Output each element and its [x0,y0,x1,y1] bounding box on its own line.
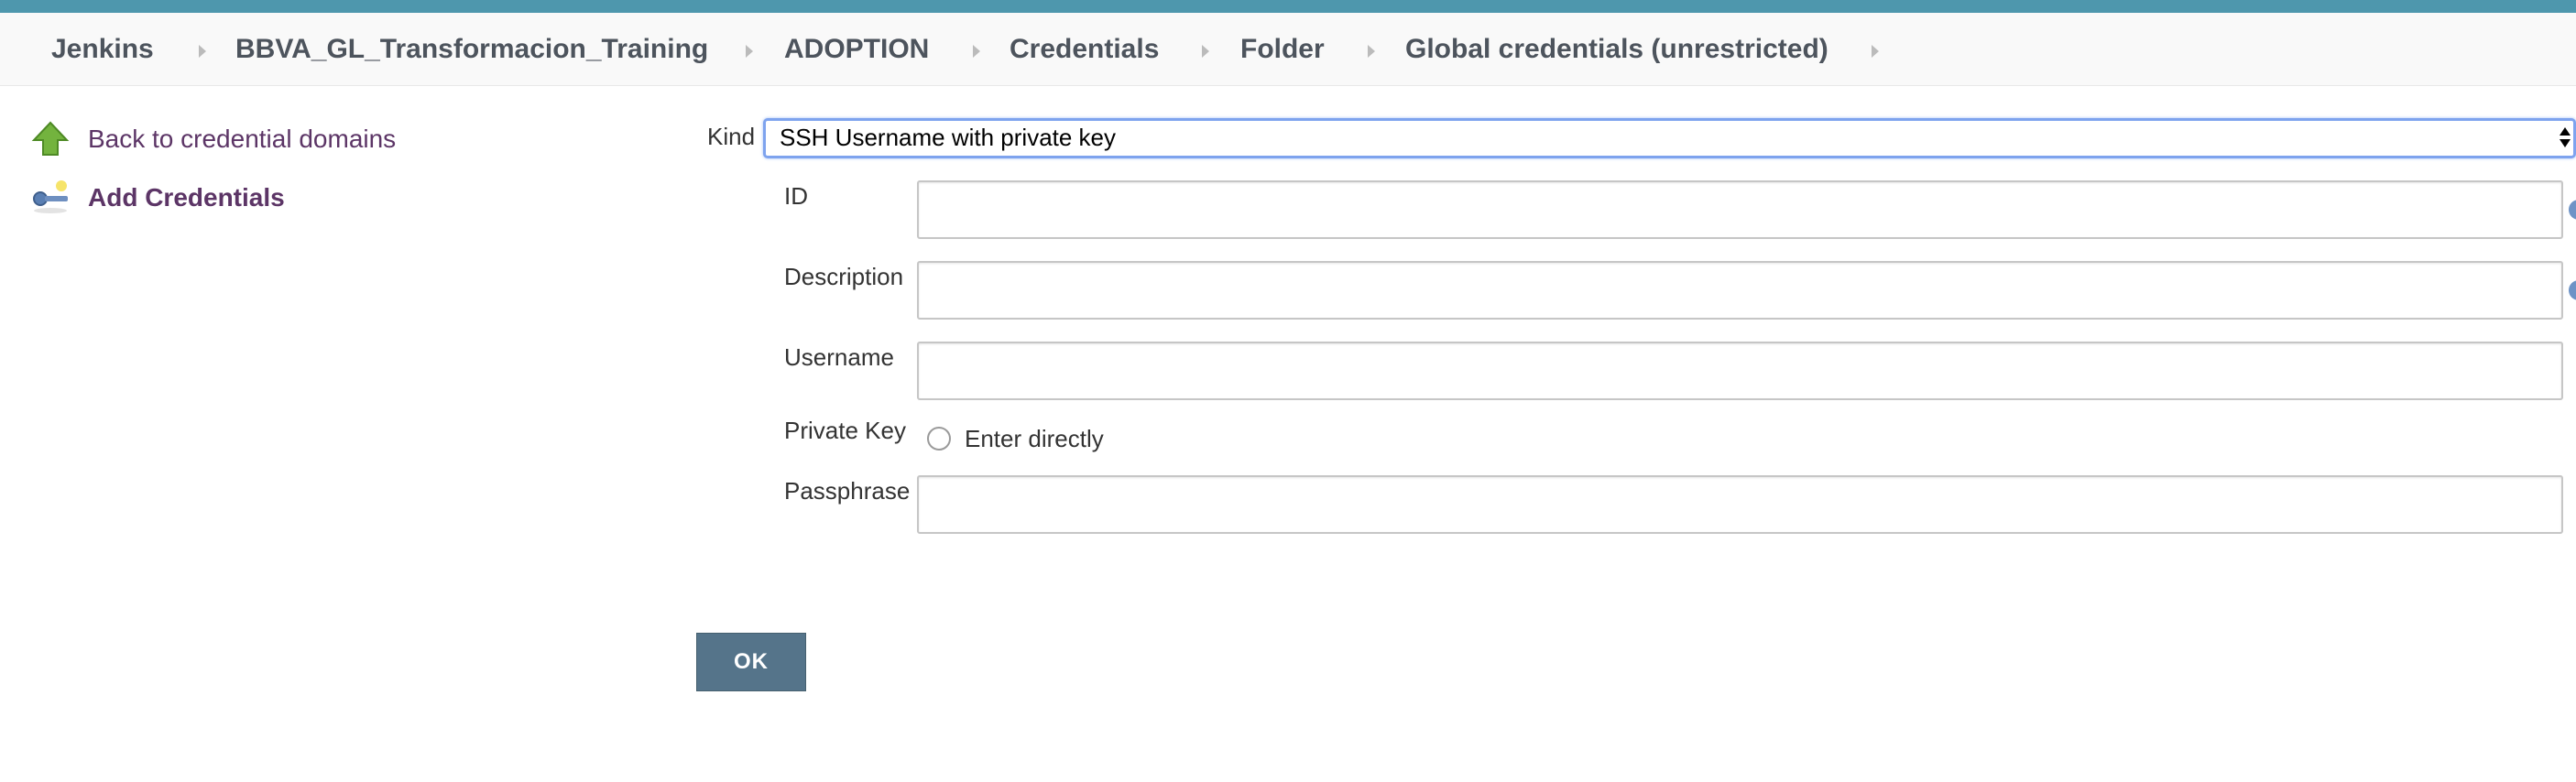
help-icon[interactable] [2569,200,2576,220]
breadcrumb-item-folder-root[interactable]: BBVA_GL_Transformacion_Training [235,33,708,66]
description-input[interactable] [917,261,2563,320]
kind-label: Kind [707,123,756,150]
key-icon [31,179,70,217]
id-label: ID [784,182,808,210]
breadcrumb-chevron-icon[interactable] [199,45,206,58]
breadcrumb-item-folder[interactable]: Folder [1240,33,1325,66]
kind-select-value: SSH Username with private key [780,124,1117,151]
breadcrumb-chevron-icon[interactable] [1872,45,1879,58]
ok-button[interactable]: OK [696,633,806,691]
breadcrumb-item-jenkins[interactable]: Jenkins [51,33,154,66]
username-input[interactable] [917,342,2563,400]
add-credentials-label: Add Credentials [88,183,285,212]
breadcrumb-chevron-icon[interactable] [1202,45,1209,58]
back-to-credential-domains-label: Back to credential domains [88,125,397,153]
up-arrow-icon [31,120,70,158]
breadcrumb-item-global-credentials[interactable]: Global credentials (unrestricted) [1405,33,1828,66]
breadcrumb-item-credentials[interactable]: Credentials [1010,33,1159,66]
breadcrumb-chevron-icon[interactable] [1368,45,1375,58]
enter-directly-label[interactable]: Enter directly [965,424,1104,453]
passphrase-input[interactable] [917,475,2563,534]
id-input[interactable] [917,180,2563,239]
enter-directly-radio[interactable] [927,427,951,451]
passphrase-label: Passphrase [784,477,911,505]
select-arrows-icon [2560,127,2571,147]
description-label: Description [784,263,904,290]
breadcrumb: Jenkins BBVA_GL_Transformacion_Training … [0,13,2576,86]
private-key-label: Private Key [784,417,906,444]
breadcrumb-item-adoption[interactable]: ADOPTION [784,33,929,66]
breadcrumb-chevron-icon[interactable] [746,45,753,58]
back-to-credential-domains-link[interactable]: Back to credential domains [31,120,396,158]
help-icon[interactable] [2569,280,2576,300]
top-header-bar [0,0,2576,13]
kind-select[interactable]: SSH Username with private key [763,118,2576,158]
username-label: Username [784,343,894,371]
breadcrumb-chevron-icon[interactable] [973,45,980,58]
add-credentials-link[interactable]: Add Credentials [31,179,285,217]
